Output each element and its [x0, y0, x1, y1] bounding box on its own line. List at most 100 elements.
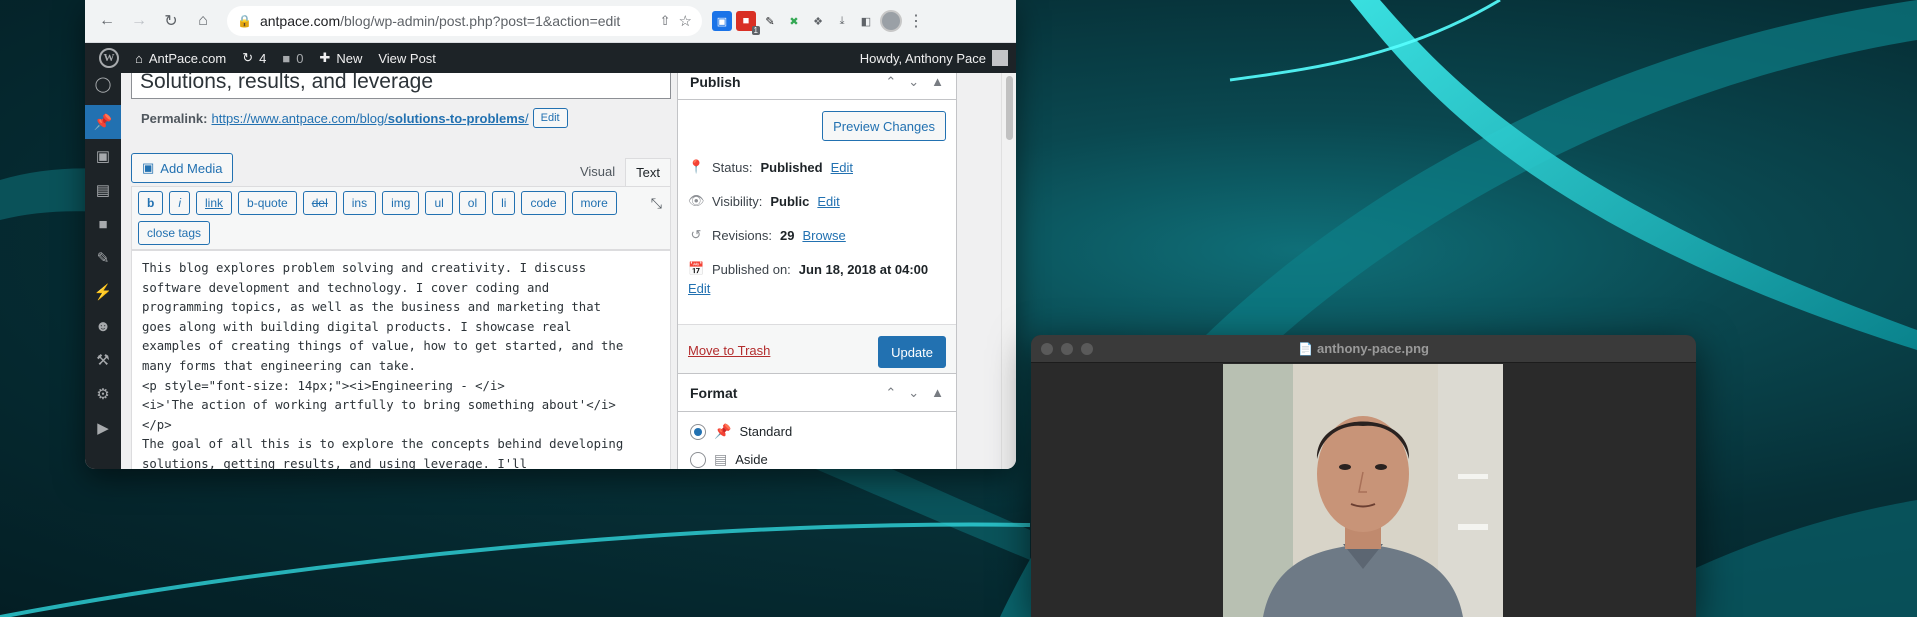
- tab-text[interactable]: Text: [625, 158, 671, 186]
- comments-icon[interactable]: ■: [85, 207, 121, 241]
- site-name-link[interactable]: ⌂ AntPace.com: [127, 43, 234, 73]
- post-edit-area: Solutions, results, and leverage Permali…: [121, 73, 1016, 469]
- media-icon[interactable]: ▣: [85, 139, 121, 173]
- settings-icon[interactable]: ⚙: [85, 377, 121, 411]
- add-media-button[interactable]: ▣ Add Media: [131, 153, 234, 183]
- revisions-clock-icon: ↺: [690, 227, 702, 242]
- extension-blue-icon[interactable]: ▣: [712, 11, 732, 31]
- preview-changes-button[interactable]: Preview Changes: [822, 111, 946, 141]
- media-icon: ▣: [142, 160, 155, 175]
- document-icon: 📄: [1298, 342, 1313, 356]
- status-edit-link[interactable]: Edit: [831, 160, 853, 175]
- quicktag-link-button[interactable]: link: [196, 191, 233, 215]
- home-icon[interactable]: ⌂: [189, 7, 217, 35]
- post-title-input[interactable]: Solutions, results, and leverage: [131, 73, 671, 99]
- quicktag-ol-button[interactable]: ol: [458, 191, 487, 215]
- wp-logo-menu[interactable]: W: [91, 43, 127, 73]
- download-icon[interactable]: ⤓: [832, 11, 852, 31]
- tab-visual[interactable]: Visual: [570, 158, 625, 186]
- extension-badge: 1: [751, 26, 760, 35]
- sidepanel-icon[interactable]: ◧: [856, 11, 876, 31]
- quicktag-close-tags-button[interactable]: close tags: [138, 221, 211, 245]
- pin-icon: 📌: [714, 423, 732, 439]
- move-up-icon[interactable]: ⌃: [885, 74, 896, 90]
- comments-link[interactable]: ■ 0: [274, 43, 311, 73]
- back-icon[interactable]: ←: [93, 7, 121, 35]
- browser-window: ← → ↻ ⌂ 🔒 antpace.com/blog/wp-admin/post…: [85, 0, 1016, 469]
- preview-window-title: 📄 anthony-pace.png: [1298, 341, 1429, 356]
- format-option-standard[interactable]: 📌 Standard: [690, 423, 792, 440]
- permalink-row: Permalink: https://www.antpace.com/blog/…: [141, 108, 568, 128]
- quicktag-blockquote-button[interactable]: b-quote: [238, 191, 297, 215]
- extension-red-icon[interactable]: ■ 1: [736, 11, 760, 35]
- chrome-menu-icon[interactable]: ⋮: [906, 11, 926, 31]
- page-scrollbar[interactable]: [1001, 73, 1016, 469]
- reload-icon[interactable]: ↻: [157, 7, 185, 35]
- published-on-edit-link[interactable]: Edit: [688, 281, 710, 296]
- quicktag-ul-button[interactable]: ul: [425, 191, 453, 215]
- quicktag-del-button[interactable]: del: [302, 191, 337, 215]
- format-box: Format ⌃ ⌄ ▲ 📌 Standard ▤ Aside: [677, 373, 957, 469]
- move-to-trash-link[interactable]: Move to Trash: [688, 343, 770, 358]
- url-text[interactable]: antpace.com/blog/wp-admin/post.php?post=…: [260, 13, 652, 29]
- quicktag-italic-button[interactable]: i: [169, 191, 191, 215]
- bookmark-star-icon[interactable]: ☆: [679, 12, 692, 30]
- browser-toolbar: ← → ↻ ⌂ 🔒 antpace.com/blog/wp-admin/post…: [85, 0, 1016, 43]
- image-preview-window: 📄 anthony-pace.png: [1031, 335, 1696, 617]
- revisions-row: ↺ Revisions: 29 Browse: [688, 227, 846, 243]
- share-icon[interactable]: ⇧: [660, 13, 671, 29]
- visibility-edit-link[interactable]: Edit: [817, 194, 839, 209]
- dashboard-icon[interactable]: ◯: [85, 73, 121, 95]
- new-content-link[interactable]: ✚ New: [311, 43, 370, 73]
- quicktag-code-button[interactable]: code: [521, 191, 566, 215]
- permalink-edit-button[interactable]: Edit: [532, 108, 568, 128]
- standard-radio[interactable]: [690, 423, 706, 440]
- view-post-link[interactable]: View Post: [370, 43, 444, 73]
- publish-box: Publish ⌃ ⌄ ▲ Preview Changes 📍 Status: …: [677, 73, 957, 379]
- fullscreen-icon[interactable]: ⤡: [651, 195, 662, 212]
- browse-revisions-link[interactable]: Browse: [802, 228, 845, 243]
- wp-admin-bar: W ⌂ AntPace.com ↻ 4 ■ 0 ✚ New View Post Howd…: [85, 43, 1016, 73]
- scrollbar-thumb[interactable]: [1006, 76, 1013, 140]
- posts-pin-icon[interactable]: 📌: [85, 105, 121, 139]
- quicktag-img-button[interactable]: img: [382, 191, 420, 215]
- collapse-toggle-icon[interactable]: ▲: [931, 385, 944, 401]
- aside-radio[interactable]: [690, 451, 706, 468]
- move-down-icon[interactable]: ⌄: [908, 385, 919, 401]
- format-box-header: Format ⌃ ⌄ ▲: [678, 374, 956, 412]
- extensions-puzzle-icon[interactable]: ❖: [808, 11, 828, 31]
- user-avatar: [992, 50, 1008, 66]
- post-content-textarea[interactable]: This blog explores problem solving and c…: [131, 250, 671, 469]
- extension-pen-icon[interactable]: ✎: [760, 11, 780, 31]
- preview-titlebar: 📄 anthony-pace.png: [1031, 335, 1696, 363]
- quicktag-bold-button[interactable]: b: [138, 191, 164, 215]
- quicktag-li-button[interactable]: li: [492, 191, 516, 215]
- profile-avatar[interactable]: [880, 10, 902, 32]
- quicktag-ins-button[interactable]: ins: [342, 191, 377, 215]
- pin-icon: 📍: [688, 159, 705, 174]
- pages-icon[interactable]: ▤: [85, 173, 121, 207]
- appearance-brush-icon[interactable]: ✎: [85, 241, 121, 275]
- updates-link[interactable]: ↻ 4: [234, 43, 274, 73]
- update-button[interactable]: Update: [878, 336, 946, 368]
- aside-doc-icon: ▤: [714, 451, 728, 467]
- my-account-menu[interactable]: Howdy, Anthony Pace: [860, 50, 1016, 66]
- collapse-toggle-icon[interactable]: ▲: [931, 74, 944, 90]
- extension-tools-icon[interactable]: ✖: [784, 11, 804, 31]
- home-icon: ⌂: [135, 50, 143, 66]
- quicktag-more-button[interactable]: more: [571, 191, 617, 215]
- forward-icon[interactable]: →: [125, 7, 153, 35]
- visibility-row: 👁 Visibility: Public Edit: [688, 193, 840, 209]
- format-option-aside[interactable]: ▤ Aside: [690, 451, 768, 468]
- tools-wrench-icon[interactable]: ⚒: [85, 343, 121, 377]
- play-icon[interactable]: ▶: [85, 411, 121, 445]
- users-icon[interactable]: ☻: [85, 309, 121, 343]
- move-up-icon[interactable]: ⌃: [885, 385, 896, 401]
- profile-photo: [1223, 364, 1503, 617]
- plugins-icon[interactable]: ⚡: [85, 275, 121, 309]
- move-down-icon[interactable]: ⌄: [908, 74, 919, 90]
- permalink-link[interactable]: https://www.antpace.com/blog/solutions-t…: [211, 111, 528, 126]
- wp-admin-sidebar: ◯ 📌 ▣ ▤ ■ ✎ ⚡ ☻ ⚒ ⚙ ▶: [85, 73, 121, 469]
- address-bar[interactable]: 🔒 antpace.com/blog/wp-admin/post.php?pos…: [227, 6, 702, 36]
- plus-icon: ✚: [319, 50, 331, 65]
